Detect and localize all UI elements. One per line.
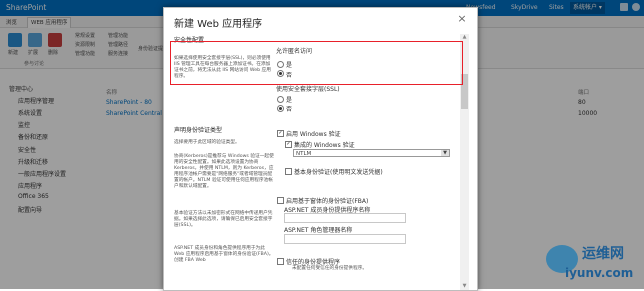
trusted-provider-checkbox[interactable] [277,258,284,265]
ssl-no-radio[interactable] [277,105,284,112]
auth-fba-description: ASP.NET 成员身份和角色提供程序用于为此 Web 应用程序启用基于窗体的身… [174,246,274,264]
fba-checkbox[interactable] [277,197,284,204]
ssl-no-label: 否 [286,106,293,113]
anonymous-yes-radio[interactable] [277,61,284,68]
anonymous-access-label: 允许匿名访问 [276,48,313,55]
dialog-title: 新建 Web 应用程序 [174,19,263,30]
trusted-provider-note: 未配置任何受信任的身份提供程序。 [292,266,368,271]
ssl-yes-label: 是 [286,97,293,104]
auth-basic-description: 基本验证方法以未加密形式在网络中传递用户凭据。如果选择此选项，请确保已启用安全套… [174,211,273,229]
anonymous-no-label: 否 [286,72,293,79]
highlight-box [170,41,463,85]
watermark-title: 运维网 [582,246,624,262]
anonymous-no-radio[interactable] [277,70,284,77]
auth-kerberos-description: 协商(Kerberos)是推荐与 Windows 验证一起使用的安全性配置。如果… [174,154,274,190]
watermark-url: iyunv.com [565,266,634,280]
windows-auth-label: 启用 Windows 验证 [286,131,341,138]
auth-description: 选择要用于此区域的验证类型。 [174,140,240,145]
anonymous-yes-label: 是 [286,62,293,69]
integrated-auth-label: 集成的 Windows 验证 [294,142,355,149]
ssl-yes-radio[interactable] [277,96,284,103]
membership-provider-input[interactable] [284,213,406,223]
chevron-down-icon[interactable]: ▼ [441,150,449,156]
ssl-label: 使用安全套接字层(SSL) [276,86,340,93]
auth-protocol-select[interactable]: NTLM [293,149,450,157]
integrated-auth-checkbox[interactable]: ✓ [285,141,292,148]
trusted-provider-label: 信任的身份提供程序 [286,259,341,266]
close-icon[interactable]: × [455,12,469,26]
role-manager-input[interactable] [284,234,406,244]
fba-label: 启用基于窗体的身份验证(FBA) [286,198,369,205]
basic-auth-label: 基本身份验证(使用明文发送凭据) [294,169,383,176]
role-manager-label: ASP.NET 角色管理器名称 [284,227,353,234]
new-web-app-dialog: 新建 Web 应用程序 × ▲ ▼ 安全性配置 如果选择使用安全套接字层(SSL… [163,7,478,291]
scroll-up-icon[interactable]: ▲ [460,34,469,41]
basic-auth-checkbox[interactable] [285,168,292,175]
auth-heading: 声明身份验证类型 [174,127,223,134]
windows-auth-checkbox[interactable]: ✓ [277,130,284,137]
